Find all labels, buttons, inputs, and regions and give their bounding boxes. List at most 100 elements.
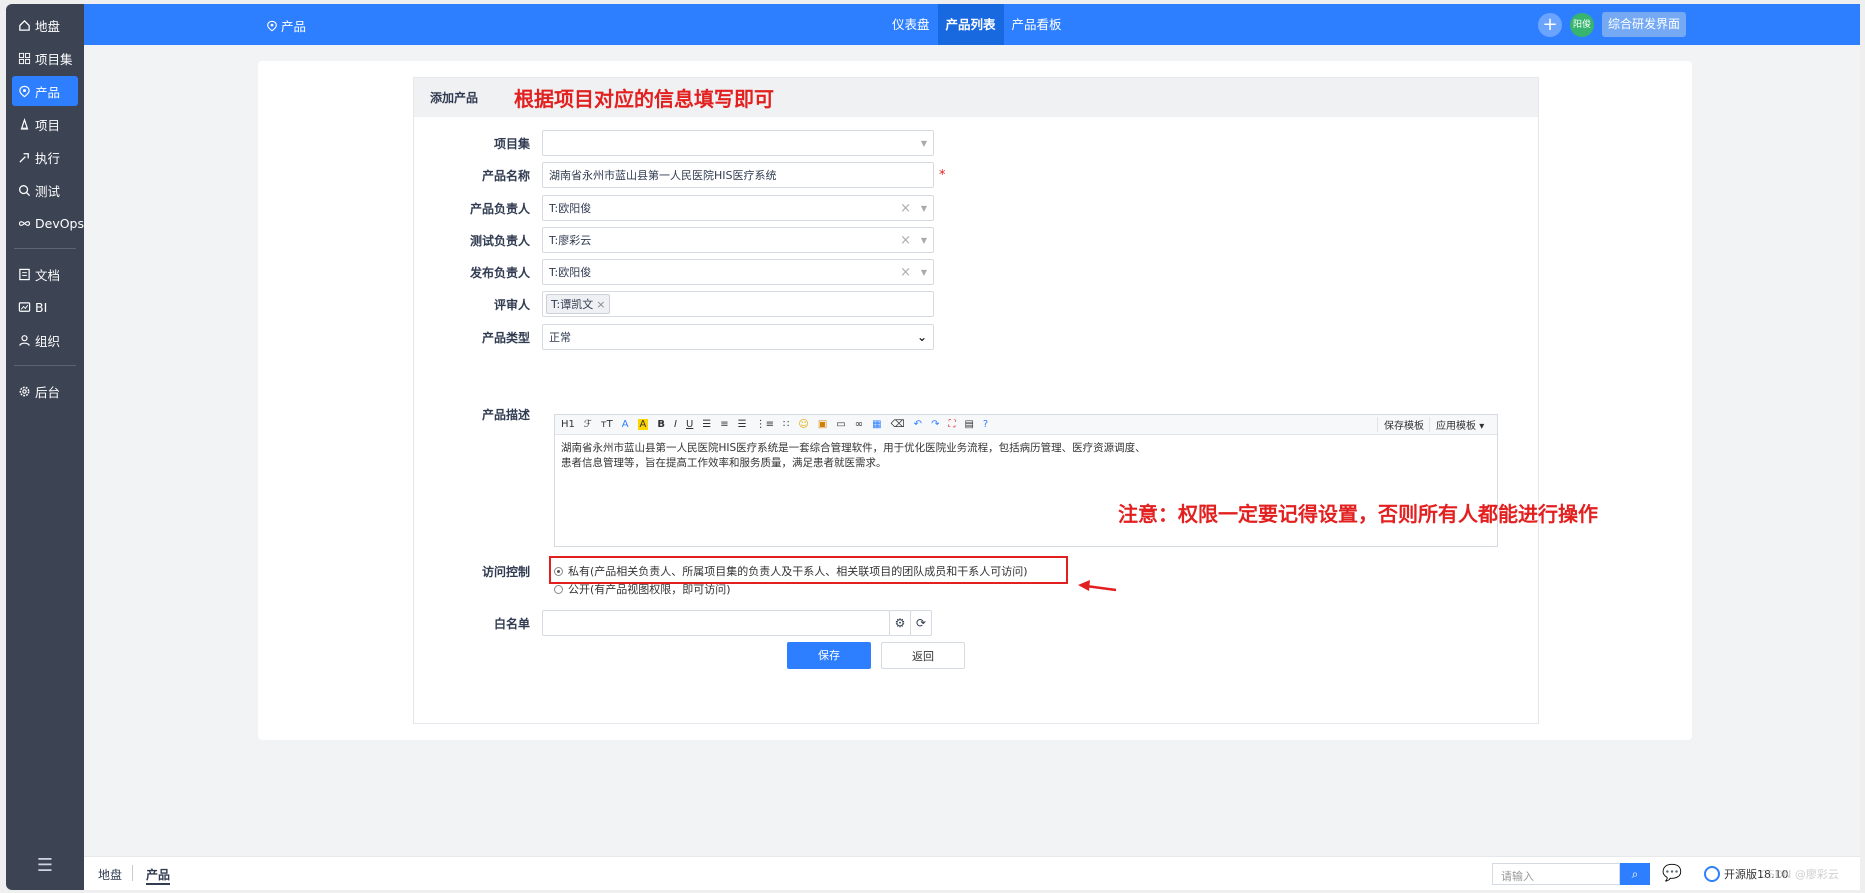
whitelist-settings-button[interactable]: ⚙ [889,610,911,636]
image-icon[interactable]: ▣ [818,419,827,430]
execute-icon [19,152,29,163]
apply-template-button[interactable]: 应用模板 ▾ [1429,417,1490,432]
breadcrumb-home[interactable]: 地盘 [98,866,122,883]
name-label: 产品名称 [481,168,530,183]
row-qa: 测试负责人 T:廖彩云 × ▼ [414,227,934,253]
row-owner: 产品负责人 T:欧阳俊 × ▼ [414,195,934,221]
ai-chat-icon[interactable]: 💬 [1662,863,1682,882]
sidebar-item-doc[interactable]: 文档 [12,259,78,289]
gear-icon [19,386,30,396]
clear-icon[interactable]: × [900,201,911,216]
tab-product-kanban[interactable]: 产品看板 [1004,4,1070,45]
breadcrumb-product[interactable]: 产品 [146,866,171,885]
access-private-radio[interactable]: 私有(产品相关负责人、所属项目集的负责人及干系人、相关联项目的团队成员和干系人可… [554,563,1028,579]
sidebar-item-test[interactable]: 测试 [12,175,78,205]
ordered-list-icon[interactable]: ⋮≡ [756,419,774,430]
row-release: 发布负责人 T:欧阳俊 × ▼ [414,259,934,285]
unordered-list-icon[interactable]: ∷ [783,419,789,430]
reviewer-select[interactable]: T:谭凯文 × [542,291,934,317]
back-color-button[interactable]: A [637,419,649,430]
chevron-down-icon: ▼ [920,203,927,213]
search-button[interactable]: ⌕ [1620,863,1650,885]
emoji-icon[interactable]: ☺ [798,419,808,430]
create-plus-button[interactable]: + [1538,13,1562,37]
program-select[interactable]: ▼ [542,130,934,156]
sidebar-item-product[interactable]: 产品 [12,76,78,106]
sidebar-item-program[interactable]: 项目集 [12,43,78,73]
row-program: 项目集 ▼ [414,130,934,156]
sidebar-item-project[interactable]: 项目 [12,109,78,139]
header-title: 产品 [266,16,306,35]
top-header: 产品 仪表盘 产品列表 产品看板 + 阳俊 综合研发界面 [84,4,1860,45]
access-public-label: 公开(有产品视图权限，即可访问) [568,583,731,596]
sidebar-item-devops[interactable]: DevOps [12,208,84,238]
clear-icon[interactable]: × [900,233,911,248]
sidebar-item-label: 项目 [35,117,61,133]
underline-button[interactable]: U [686,419,693,430]
whitelist-refresh-button[interactable]: ⟳ [910,610,932,636]
permission-annotation: 注意：权限一定要记得设置，否则所有人都能进行操作 [1118,502,1598,526]
align-right-icon[interactable]: ☰ [738,419,747,430]
access-public-radio[interactable]: 公开(有产品视图权限，即可访问) [554,581,731,597]
sidebar-item-label: 组织 [35,333,61,349]
chevron-down-icon: ⌄ [916,330,927,344]
gear-icon: ⚙ [894,616,906,630]
test-icon [19,184,31,196]
sidebar-item-label: 项目集 [35,51,73,67]
sidebar-item-label: 文档 [35,267,61,283]
owner-select[interactable]: T:欧阳俊 × ▼ [542,195,934,221]
redo-icon[interactable]: ↷ [931,419,939,430]
remove-tag-icon[interactable]: × [596,298,605,311]
table-icon[interactable]: ▦ [872,419,881,430]
description-text[interactable]: 湖南省永州市蓝山县第一人民医院HIS医疗系统是一套综合管理软件，用于优化医院业务… [555,435,1155,477]
add-product-panel: 添加产品 根据项目对应的信息填写即可 项目集 ▼ 产品名称 湖南省永州市蓝山县第… [413,77,1539,724]
link-icon[interactable]: ∞ [855,419,863,430]
eraser-icon[interactable]: ⌫ [891,419,905,430]
back-button[interactable]: 返回 [881,642,965,669]
help-icon[interactable]: ? [983,419,988,430]
type-select[interactable]: 正常 ⌄ [542,324,934,350]
sidebar-item-label: 执行 [35,150,61,166]
fore-color-button[interactable]: A [622,419,629,430]
clear-icon[interactable]: × [900,265,911,280]
switch-interface-button[interactable]: 综合研发界面 [1602,12,1686,37]
search-input[interactable]: 请输入 [1492,863,1620,885]
avatar[interactable]: 阳俊 [1570,13,1594,37]
program-label: 项目集 [493,136,530,151]
sidebar-item-execute[interactable]: 执行 [12,142,78,172]
whitelist-input[interactable] [542,610,890,636]
home-icon [19,19,30,31]
grid-icon [18,52,31,64]
heading-button[interactable]: H1 [561,419,575,430]
italic-button[interactable]: I [674,419,677,430]
font-size-button[interactable]: тT [601,419,613,430]
sidebar-toggle-icon[interactable]: ☰ [6,855,84,876]
qa-select[interactable]: T:廖彩云 × ▼ [542,227,934,253]
tab-dashboard[interactable]: 仪表盘 [884,4,938,45]
qa-label: 测试负责人 [469,233,530,248]
sidebar-item-org[interactable]: 组织 [12,325,78,355]
release-value: T:欧阳俊 [549,266,592,279]
sidebar-item-admin[interactable]: 后台 [12,376,78,406]
font-family-button[interactable]: ℱ [584,419,592,430]
fullscreen-icon[interactable]: ⛶ [948,419,955,430]
row-name: 产品名称 湖南省永州市蓝山县第一人民医院HIS医疗系统 * [414,162,946,188]
bold-button[interactable]: B [657,419,665,430]
access-private-label: 私有(产品相关负责人、所属项目集的负责人及干系人、相关联项目的团队成员和干系人可… [568,565,1028,578]
undo-icon[interactable]: ↶ [914,419,922,430]
product-name-value: 湖南省永州市蓝山县第一人民医院HIS医疗系统 [549,169,777,182]
row-desc-label: 产品描述 [414,406,542,423]
qa-value: T:廖彩云 [549,234,592,247]
source-icon[interactable]: ▤ [964,419,973,430]
code-icon[interactable]: ▭ [836,419,845,430]
product-name-input[interactable]: 湖南省永州市蓝山县第一人民医院HIS医疗系统 [542,162,934,188]
release-select[interactable]: T:欧阳俊 × ▼ [542,259,934,285]
sidebar-item-bi[interactable]: BI [12,292,78,322]
align-center-icon[interactable]: ≡ [720,419,728,430]
main-content: 添加产品 根据项目对应的信息填写即可 项目集 ▼ 产品名称 湖南省永州市蓝山县第… [84,45,1860,856]
align-left-icon[interactable]: ☰ [702,419,711,430]
save-button[interactable]: 保存 [787,642,871,669]
tab-product-list[interactable]: 产品列表 [937,4,1004,45]
save-template-button[interactable]: 保存模板 [1377,417,1430,432]
sidebar-item-home[interactable]: 地盘 [12,10,78,40]
